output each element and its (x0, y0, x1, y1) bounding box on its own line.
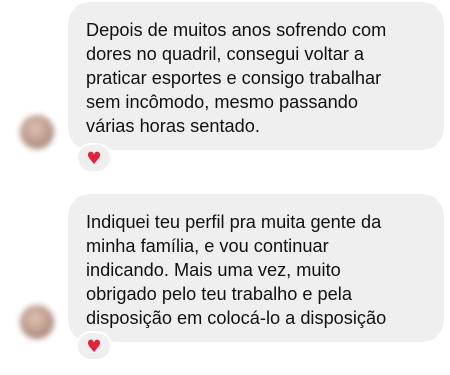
avatar[interactable] (20, 115, 54, 149)
heart-icon: ♥ (86, 336, 102, 357)
message-thread: Depois de muitos anos sofrendo com dores… (0, 0, 450, 375)
message-text: Depois de muitos anos sofrendo com dores… (86, 20, 387, 136)
message-item: Indiquei teu perfil pra muita gente da m… (0, 188, 450, 368)
reaction-badge[interactable]: ♥ (76, 331, 112, 361)
message-item: Depois de muitos anos sofrendo com dores… (0, 0, 450, 180)
avatar[interactable] (20, 305, 54, 339)
heart-icon: ♥ (86, 148, 102, 169)
message-text: Indiquei teu perfil pra muita gente da m… (86, 212, 387, 328)
message-bubble[interactable]: Indiquei teu perfil pra muita gente da m… (68, 194, 444, 342)
reaction-badge[interactable]: ♥ (76, 143, 112, 173)
message-bubble[interactable]: Depois de muitos anos sofrendo com dores… (68, 2, 444, 150)
